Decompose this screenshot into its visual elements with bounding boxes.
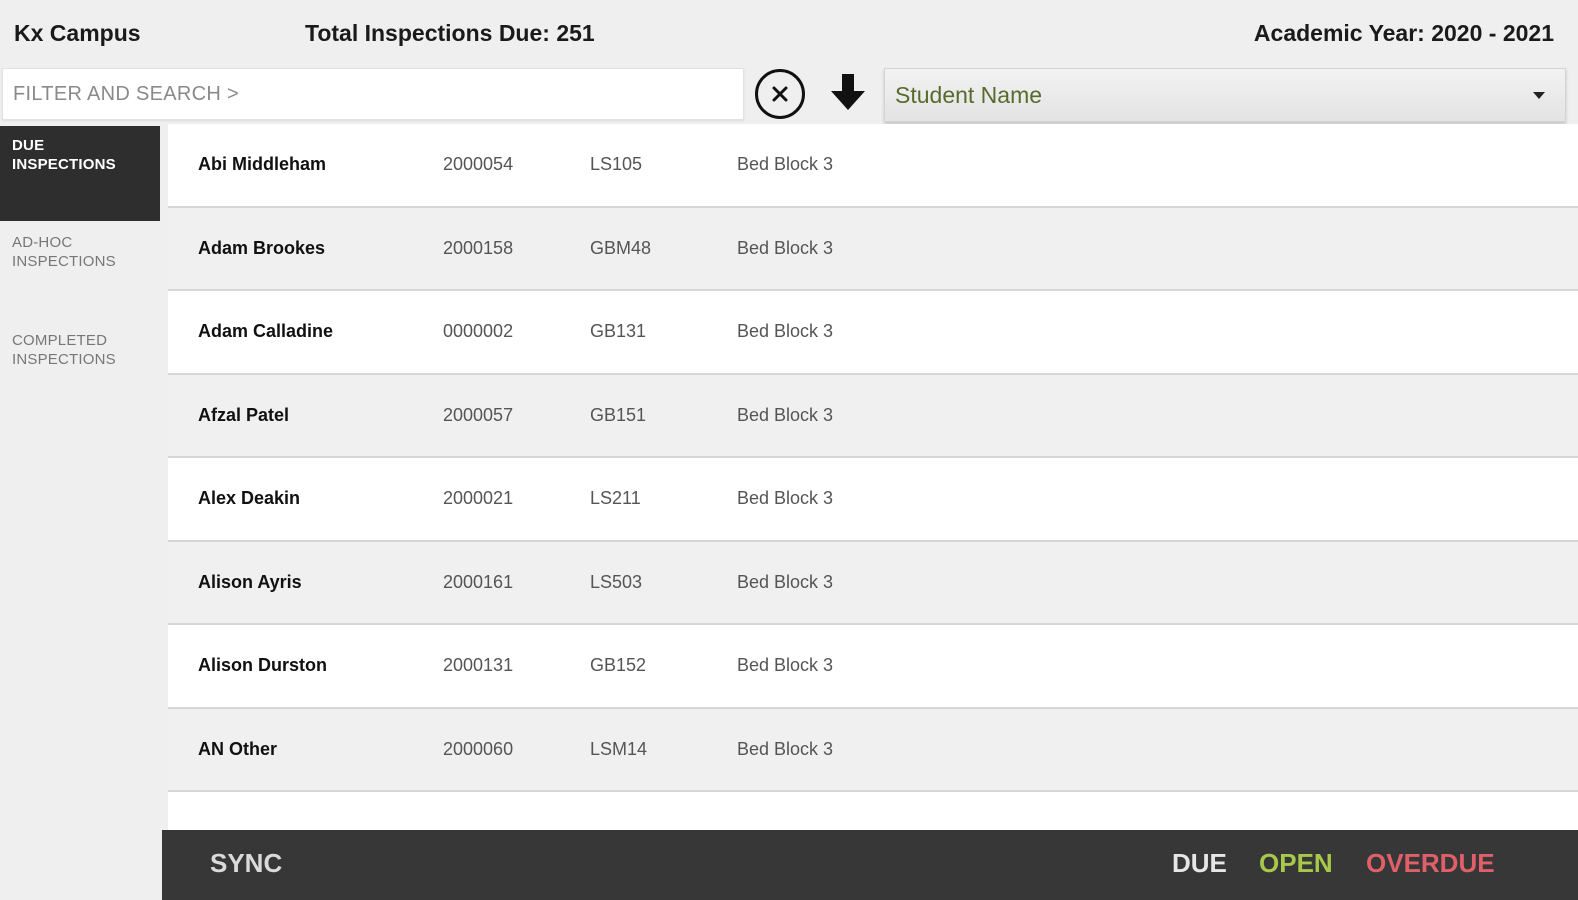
sidebar: DUE INSPECTIONS AD-HOC INSPECTIONS COMPL… <box>0 126 160 900</box>
student-id: 0000002 <box>443 321 514 342</box>
student-name: Alison Durston <box>198 655 327 676</box>
room-code: LS211 <box>590 488 641 509</box>
table-row[interactable]: Adam Calladine 0000002 GB131 Bed Block 3 <box>168 291 1578 375</box>
sort-selected-value: Student Name <box>895 81 1043 108</box>
student-name: Abi Middleham <box>198 154 327 175</box>
room-code: GB151 <box>590 404 647 425</box>
table-row[interactable]: Adam Brookes 2000158 GBM48 Bed Block 3 <box>168 207 1578 291</box>
chevron-down-icon <box>1533 92 1545 99</box>
block-name: Bed Block 3 <box>737 655 834 676</box>
table-row[interactable]: AN Other 2000060 LSM14 Bed Block 3 <box>168 708 1578 792</box>
student-name: Alison Ayris <box>198 571 302 592</box>
student-id: 2000060 <box>443 738 514 759</box>
student-id: 2000158 <box>443 237 514 258</box>
student-name: Alex Deakin <box>198 488 301 509</box>
clear-filter-button[interactable] <box>755 69 805 119</box>
table-row[interactable]: Alex Deakin 2000021 LS211 Bed Block 3 <box>168 458 1578 542</box>
block-name: Bed Block 3 <box>737 404 834 425</box>
student-name: Adam Calladine <box>198 321 334 342</box>
sort-by-select[interactable]: Student Name <box>884 68 1566 122</box>
student-id: 2000021 <box>443 488 514 509</box>
block-name: Bed Block 3 <box>737 571 834 592</box>
block-name: Bed Block 3 <box>737 488 834 509</box>
room-code: GBM48 <box>590 237 652 258</box>
student-name: AN Other <box>198 738 278 759</box>
block-name: Bed Block 3 <box>737 154 834 175</box>
student-name: Adam Brookes <box>198 237 326 258</box>
arrow-down-icon <box>831 74 865 110</box>
table-row[interactable]: Abi Middleham 2000054 LS105 Bed Block 3 <box>168 124 1578 208</box>
room-code: GB131 <box>590 321 647 342</box>
sidebar-item-adhoc-inspections[interactable]: AD-HOC INSPECTIONS <box>0 221 125 319</box>
close-circle-icon <box>772 86 788 102</box>
table-row[interactable]: Afzal Patel 2000057 GB151 Bed Block 3 <box>168 374 1578 458</box>
student-name: Afzal Patel <box>198 404 290 425</box>
student-id: 2000131 <box>443 655 514 676</box>
total-inspections-due: Total Inspections Due: 251 <box>305 20 595 46</box>
footer-bar: SYNC DUE OPEN OVERDUE <box>162 830 1578 900</box>
room-code: GB152 <box>590 655 647 676</box>
block-name: Bed Block 3 <box>737 738 834 759</box>
app-header: Kx Campus Total Inspections Due: 251 Aca… <box>0 0 1578 66</box>
filter-search-input[interactable] <box>2 68 744 120</box>
table-row[interactable]: Alison Ayris 2000161 LS503 Bed Block 3 <box>168 541 1578 625</box>
campus-title: Kx Campus <box>14 20 141 46</box>
sidebar-item-due-inspections[interactable]: DUE INSPECTIONS <box>0 126 160 221</box>
block-name: Bed Block 3 <box>737 237 834 258</box>
table-row[interactable]: Alison Durston 2000131 GB152 Bed Block 3 <box>168 625 1578 709</box>
download-button[interactable] <box>826 70 870 114</box>
sidebar-item-completed-inspections[interactable]: COMPLETED INSPECTIONS <box>0 319 125 417</box>
inspection-list[interactable]: Abi Middleham 2000054 LS105 Bed Block 3 … <box>168 124 1578 830</box>
student-id: 2000057 <box>443 404 514 425</box>
legend-overdue: OVERDUE <box>1366 848 1495 878</box>
block-name: Bed Block 3 <box>737 321 834 342</box>
student-id: 2000054 <box>443 154 514 175</box>
student-id: 2000161 <box>443 571 514 592</box>
table-row[interactable] <box>168 792 1578 830</box>
academic-year: Academic Year: 2020 - 2021 <box>1253 20 1554 46</box>
room-code: LS503 <box>590 571 643 592</box>
sync-button[interactable]: SYNC <box>210 848 282 879</box>
legend-due: DUE <box>1172 848 1227 878</box>
room-code: LSM14 <box>590 738 648 759</box>
legend-open: OPEN <box>1259 848 1333 878</box>
room-code: LS105 <box>590 154 643 175</box>
